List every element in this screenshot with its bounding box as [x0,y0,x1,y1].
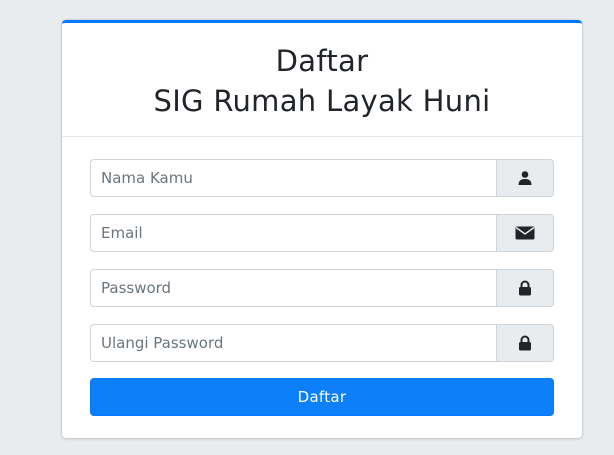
register-form: Daftar [62,137,582,416]
password-addon [496,269,554,307]
email-addon [496,214,554,252]
register-button[interactable]: Daftar [90,378,554,416]
password-input[interactable] [90,269,496,307]
name-addon [496,159,554,197]
card-header: Daftar SIG Rumah Layak Huni [62,23,582,137]
register-card: Daftar SIG Rumah Layak Huni Nama Kamu Em… [62,20,582,438]
password-input-group [90,269,554,307]
password-confirm-input-group [90,324,554,362]
email-input-group [90,214,554,252]
password-confirm-addon [496,324,554,362]
lock-icon [519,335,531,351]
email-input[interactable] [90,214,496,252]
lock-icon [519,280,531,296]
password-confirm-input[interactable] [90,324,496,362]
page-title: Daftar [275,44,369,78]
name-input-group [90,159,554,197]
user-icon [518,171,532,185]
page-subtitle: SIG Rumah Layak Huni [153,84,491,118]
envelope-icon [515,226,535,240]
name-input[interactable] [90,159,496,197]
